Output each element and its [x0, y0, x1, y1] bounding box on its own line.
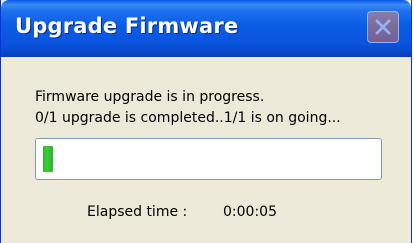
dialog-body: Firmware upgrade is in progress. 0/1 upg…: [1, 57, 411, 243]
progress-status: 0/1 upgrade is completed..1/1 is on goin…: [35, 110, 341, 126]
title-bar[interactable]: Upgrade Firmware: [1, 0, 411, 57]
elapsed-time-label: Elapsed time :: [87, 204, 188, 220]
upgrade-progress-bar: [35, 138, 382, 180]
dialog-title: Upgrade Firmware: [15, 14, 239, 38]
progress-message: Firmware upgrade is in progress.: [35, 89, 265, 105]
elapsed-time-value: 0:00:05: [223, 204, 277, 220]
close-button[interactable]: [367, 11, 399, 43]
progress-bar-fill: [43, 146, 53, 172]
close-icon: [375, 19, 391, 35]
upgrade-firmware-dialog: Upgrade Firmware Firmware upgrade is in …: [0, 0, 412, 243]
